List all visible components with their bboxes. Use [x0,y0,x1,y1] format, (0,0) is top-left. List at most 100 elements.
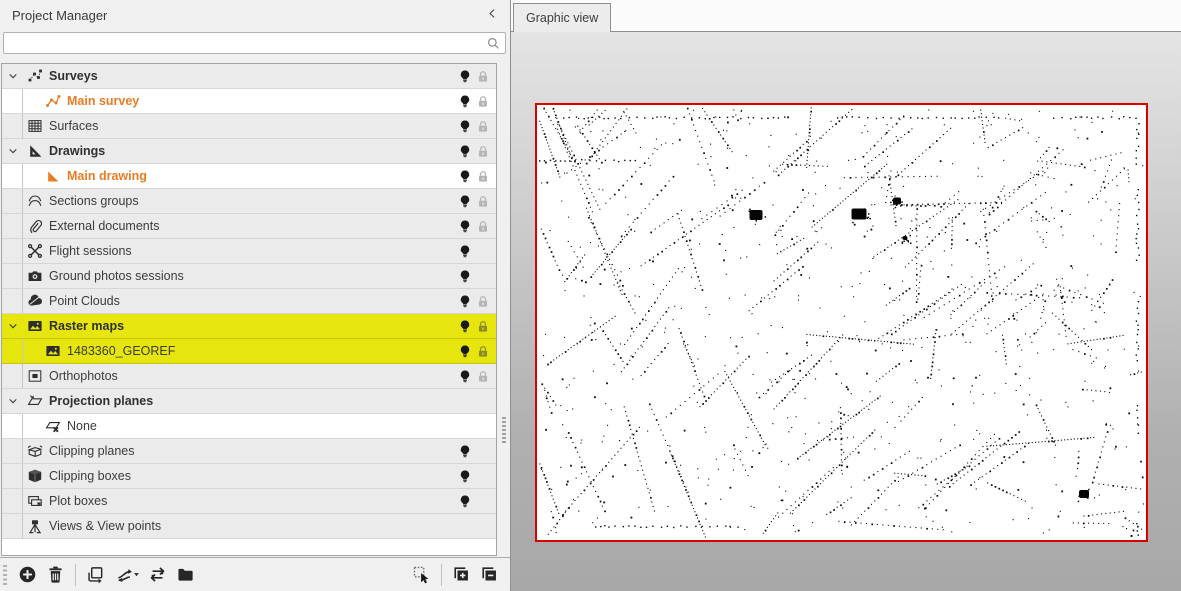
tree-indent [23,89,41,113]
visibility-bulb-icon[interactable] [456,242,474,260]
tree-branch-spacer [2,164,23,188]
tree-branch-spacer [2,264,23,288]
tree-item-plot-boxes[interactable]: Plot boxes [2,489,496,514]
tree-item-label: Views & View points [49,519,161,533]
tree-item-surveys[interactable]: Surveys [2,64,496,89]
tree-item-label: Point Clouds [49,294,120,308]
visibility-bulb-icon[interactable] [456,92,474,110]
tree-item-projection-planes[interactable]: Projection planes [2,389,496,414]
surfaces-icon [27,118,43,134]
delete-item-button[interactable] [43,562,68,587]
raster-icon [45,343,61,359]
open-folder-button[interactable] [173,562,198,587]
tree-item-main-drawing[interactable]: Main drawing [2,164,496,189]
visibility-bulb-icon[interactable] [456,367,474,385]
visibility-bulb-icon[interactable] [456,492,474,510]
tree-item-point-clouds[interactable]: Point Clouds [2,289,496,314]
tree-item-1483360-georef[interactable]: 1483360_GEOREF [2,339,496,364]
visibility-bulb-icon[interactable] [456,317,474,335]
panel-title: Project Manager [12,8,107,23]
visibility-bulb-icon[interactable] [456,342,474,360]
panel-splitter-grip[interactable] [502,417,506,443]
tree-item-views-view-points[interactable]: Views & View points [2,514,496,539]
tree-item-surfaces[interactable]: Surfaces [2,114,496,139]
tree-item-external-documents[interactable]: External documents [2,214,496,239]
tree-item-flight-sessions[interactable]: Flight sessions [2,239,496,264]
visibility-bulb-icon[interactable] [456,467,474,485]
tree-item-none[interactable]: None [2,414,496,439]
drone-icon [27,243,43,259]
tree-item-clipping-planes[interactable]: Clipping planes [2,439,496,464]
lock-icon[interactable] [474,292,492,310]
graphic-view[interactable] [511,31,1181,591]
empty-cell [474,517,492,535]
visibility-bulb-icon[interactable] [456,442,474,460]
chevron-down-icon[interactable] [2,64,23,88]
lock-icon[interactable] [474,167,492,185]
chevron-down-icon[interactable] [2,139,23,163]
visibility-bulb-icon[interactable] [456,292,474,310]
panel-toolbar [0,557,510,591]
tab-graphic-view[interactable]: Graphic view [513,3,611,32]
tree-item-drawings[interactable]: Drawings [2,139,496,164]
lock-icon[interactable] [474,142,492,160]
lock-icon[interactable] [474,217,492,235]
tree-branch-spacer [2,364,23,388]
tree-item-clipping-boxes[interactable]: Clipping boxes [2,464,496,489]
visibility-bulb-icon[interactable] [456,117,474,135]
paperclip-icon [27,218,43,234]
tree-item-raster-maps[interactable]: Raster maps [2,314,496,339]
collapse-all-button[interactable] [477,562,502,587]
chevron-down-icon[interactable] [2,389,23,413]
lock-icon[interactable] [474,342,492,360]
tree-item-label: None [67,419,97,433]
add-item-button[interactable] [15,562,40,587]
lock-icon[interactable] [474,117,492,135]
empty-cell [456,417,474,435]
tree-item-orthophotos[interactable]: Orthophotos [2,364,496,389]
visibility-bulb-icon[interactable] [456,267,474,285]
visibility-bulb-icon[interactable] [456,167,474,185]
visibility-bulb-icon[interactable] [456,217,474,235]
tree-item-main-survey[interactable]: Main survey [2,89,496,114]
tree-item-label: Clipping boxes [49,469,131,483]
tree-item-label: Surveys [49,69,98,83]
tree-item-label: Raster maps [49,319,124,333]
raster-map-image[interactable] [535,103,1148,542]
marquee-select-button[interactable] [409,562,434,587]
lock-icon[interactable] [474,67,492,85]
tree-branch-spacer [2,289,23,313]
tree-item-label: Ground photos sessions [49,269,184,283]
lock-icon[interactable] [474,92,492,110]
tree-item-sections-groups[interactable]: Sections groups [2,189,496,214]
visibility-bulb-icon[interactable] [456,67,474,85]
collapse-panel-button[interactable] [482,5,502,25]
tree-branch-spacer [2,239,23,263]
empty-cell [474,417,492,435]
tree-item-ground-photos-sessions[interactable]: Ground photos sessions [2,264,496,289]
tree-branch-spacer [2,439,23,463]
lock-icon[interactable] [474,367,492,385]
transfer-arrows-button[interactable] [111,562,142,587]
visibility-bulb-icon[interactable] [456,192,474,210]
views-icon [27,518,43,534]
surveys-icon [27,68,43,84]
clip-plane-icon [27,443,43,459]
expand-all-button[interactable] [449,562,474,587]
lock-icon[interactable] [474,192,492,210]
chevron-down-icon[interactable] [2,314,23,338]
camera-icon [27,268,43,284]
visibility-bulb-icon[interactable] [456,142,474,160]
replace-document-button[interactable] [83,562,108,587]
empty-cell [456,517,474,535]
search-input[interactable] [3,32,506,54]
reload-button[interactable] [145,562,170,587]
tree-item-label: Sections groups [49,194,139,208]
proj-plane-icon [27,393,43,409]
panel-header: Project Manager [0,0,510,30]
toolbar-separator [441,564,442,586]
toolbar-grip[interactable] [3,565,7,585]
lock-icon[interactable] [474,317,492,335]
tab-bar: Graphic view [511,0,1181,31]
tree-item-label: Main survey [67,94,139,108]
